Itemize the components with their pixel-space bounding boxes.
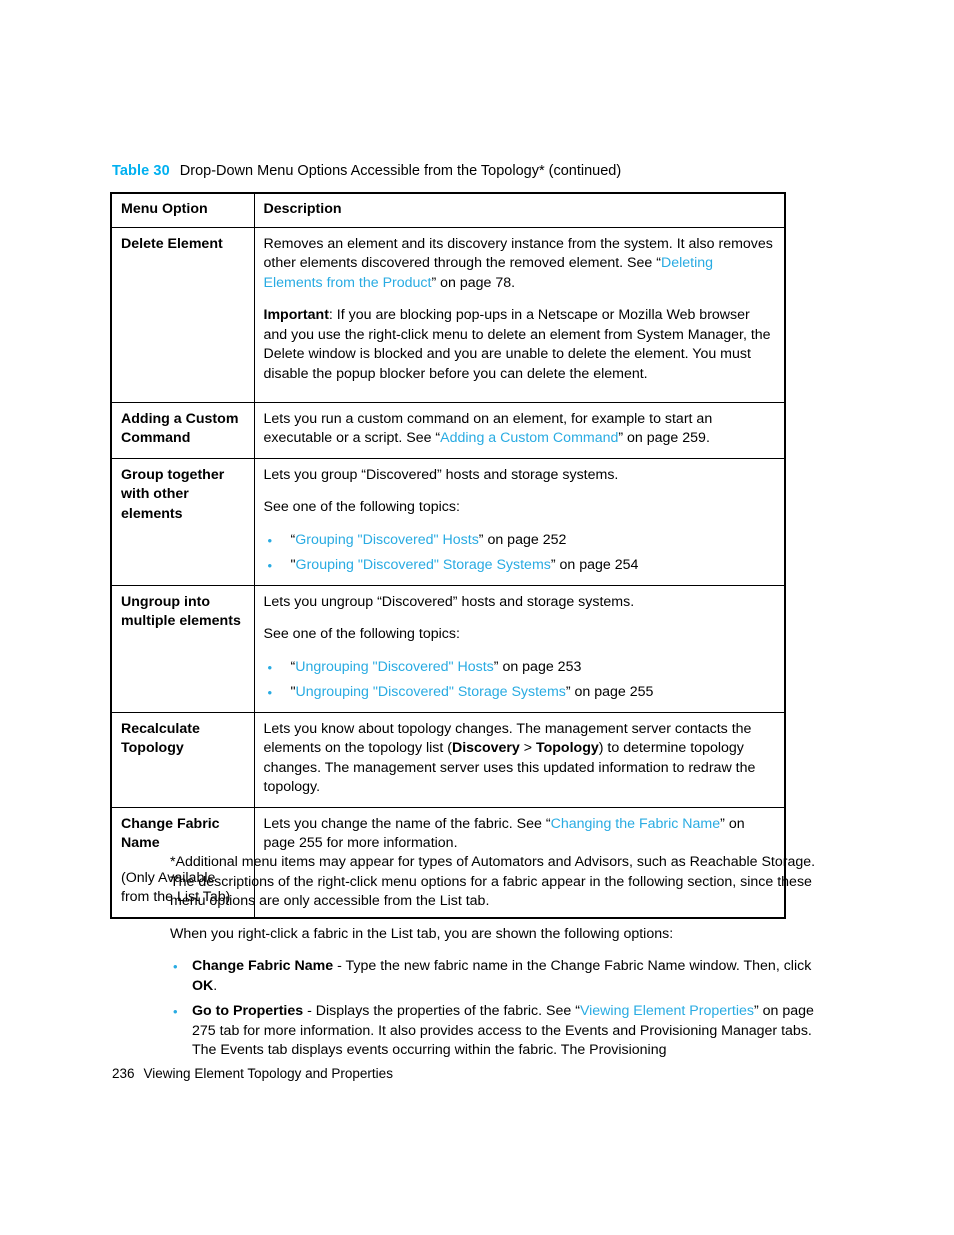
menu-option-label: Adding a Custom Command — [121, 410, 239, 447]
description-paragraph: See one of the following topics: — [264, 625, 776, 645]
table-caption-label: Table 30 — [112, 163, 170, 179]
fabric-options-list: • Change Fabric Name - Type the new fabri… — [170, 957, 830, 1061]
description-paragraph: Lets you change the name of the fabric. … — [264, 815, 776, 854]
list-item: • “Ungrouping "Discovered" Hosts” on page… — [264, 657, 776, 678]
table-caption: Table 30 Drop-Down Menu Options Accessibl… — [112, 162, 812, 180]
list-item: • "Grouping "Discovered" Storage Systems”… — [264, 555, 776, 576]
list-item: • Go to Properties - Displays the propert… — [170, 1002, 830, 1061]
emphasis-text: Topology — [535, 740, 599, 756]
text-run: Lets you group “Discovered” hosts and st… — [263, 466, 619, 483]
text-run: Lets you ungroup “Discovered” hosts and … — [263, 593, 635, 610]
list-item: • “Grouping "Discovered" Hosts” on page 2… — [264, 530, 776, 551]
cross-reference-link[interactable]: Grouping "Discovered" Storage Systems — [296, 557, 551, 573]
table-body: Delete Element Removes an element and its… — [110, 226, 786, 918]
description-bullet-list: • “Ungrouping "Discovered" Hosts” on page… — [264, 657, 776, 703]
list-item: • Change Fabric Name - Type the new fabri… — [170, 957, 830, 996]
text-run: > — [519, 740, 536, 756]
table-row: Adding a Custom Command Lets you run a cu… — [110, 401, 786, 459]
menu-option-cell: Adding a Custom Command — [110, 401, 255, 459]
emphasis-text: Change Fabric Name — [192, 958, 334, 974]
text-run: ” on page 78. — [431, 274, 516, 291]
table-caption-text: Drop-Down Menu Options Accessible from t… — [179, 163, 622, 179]
text-run: : If you are blocking pop-ups in a Netsc… — [263, 307, 771, 382]
menu-option-cell: Ungroup into multiple elements — [110, 584, 255, 713]
column-header-menu-option: Menu Option — [110, 192, 255, 228]
body-paragraph: *Additional menu items may appear for ty… — [170, 853, 830, 912]
description-paragraph: Important: If you are blocking pop-ups i… — [264, 306, 776, 384]
footnote-block: *Additional menu items may appear for ty… — [170, 853, 830, 1067]
cross-reference-link[interactable]: Grouping "Discovered" Hosts — [295, 532, 479, 548]
table-row: Delete Element Removes an element and its… — [110, 226, 786, 403]
menu-option-cell: Delete Element — [110, 226, 255, 403]
table-row: Group together with other elements Lets y… — [110, 457, 786, 586]
menu-option-label: Recalculate Topology — [121, 720, 200, 757]
cross-reference-link[interactable]: Adding a Custom Command — [440, 430, 618, 446]
body-paragraphs: *Additional menu items may appear for ty… — [170, 853, 830, 944]
description-paragraph: Lets you ungroup “Discovered” hosts and … — [264, 593, 776, 613]
description-paragraph: Lets you group “Discovered” hosts and st… — [264, 466, 776, 486]
bullet-icon: • — [267, 557, 273, 573]
document-page: Table 30 Drop-Down Menu Options Accessibl… — [0, 0, 954, 1235]
text-run: Lets you change the name of the fabric. … — [263, 815, 551, 832]
footer-chapter-title: Viewing Element Topology and Properties — [143, 1066, 393, 1081]
menu-option-label: Ungroup into multiple elements — [121, 593, 241, 630]
description-cell: Removes an element and its discovery ins… — [253, 226, 786, 403]
cross-reference-link[interactable]: Ungrouping "Discovered" Hosts — [295, 659, 494, 675]
bullet-icon: • — [173, 959, 178, 974]
text-run: See one of the following topics: — [263, 499, 460, 515]
description-paragraph: See one of the following topics: — [264, 498, 776, 518]
column-header-description: Description — [253, 192, 786, 228]
emphasis-text: Important — [263, 307, 329, 323]
emphasis-text: OK — [192, 977, 214, 994]
footer-page-number: 236 — [112, 1066, 135, 1081]
menu-option-cell: Group together with other elements — [110, 457, 255, 586]
description-paragraph: Removes an element and its discovery ins… — [264, 235, 776, 294]
bullet-icon: • — [173, 1004, 178, 1019]
text-run: When you right-click a fabric in the Lis… — [170, 925, 674, 942]
description-cell: Lets you ungroup “Discovered” hosts and … — [253, 584, 786, 713]
text-run: ” on page 252 — [478, 531, 567, 548]
cross-reference-link[interactable]: Changing the Fabric Name — [551, 816, 721, 832]
table-row: Ungroup into multiple elements Lets you u… — [110, 584, 786, 713]
text-run: ” on page 259. — [618, 430, 710, 446]
description-cell: Lets you group “Discovered” hosts and st… — [253, 457, 786, 586]
menu-options-table: Menu Option Description Delete Element Re… — [110, 192, 786, 919]
menu-option-label: Change Fabric Name — [121, 815, 220, 852]
description-cell: Lets you run a custom command on an elem… — [253, 401, 786, 459]
page-footer: 236 Viewing Element Topology and Properti… — [112, 1065, 393, 1083]
bullet-icon: • — [267, 684, 273, 700]
text-run: See one of the following topics: — [263, 626, 460, 642]
description-bullet-list: • “Grouping "Discovered" Hosts” on page 2… — [264, 530, 776, 576]
description-paragraph: Lets you know about topology changes. Th… — [264, 720, 776, 798]
cross-reference-link[interactable]: Ungrouping "Discovered" Storage Systems — [296, 684, 566, 700]
bullet-icon: • — [267, 532, 273, 548]
text-run: - Type the new fabric name in the Change… — [333, 958, 812, 974]
body-paragraph: When you right-click a fabric in the Lis… — [170, 925, 830, 945]
menu-option-label: Group together with other elements — [121, 466, 225, 522]
emphasis-text: Discovery — [451, 740, 520, 756]
menu-option-cell: Recalculate Topology — [110, 711, 255, 808]
text-run: ” on page 254 — [550, 556, 639, 573]
description-cell: Lets you know about topology changes. Th… — [253, 711, 786, 808]
list-item: • "Ungrouping "Discovered" Storage System… — [264, 682, 776, 703]
text-run: - Displays the properties of the fabric.… — [303, 1003, 580, 1019]
text-run: ” on page 253 — [493, 658, 582, 675]
cross-reference-link[interactable]: Viewing Element Properties — [580, 1003, 754, 1019]
menu-option-label: Delete Element — [121, 235, 223, 252]
table-row: Recalculate Topology Lets you know about … — [110, 711, 786, 808]
text-run: ” on page 255 — [565, 683, 654, 700]
emphasis-text: Go to Properties — [192, 1003, 304, 1019]
bullet-icon: • — [267, 659, 273, 675]
description-paragraph: Lets you run a custom command on an elem… — [264, 410, 776, 449]
text-run: . — [213, 977, 218, 994]
text-run: *Additional menu items may appear for ty… — [170, 854, 816, 909]
table-header-row: Menu Option Description — [110, 192, 786, 228]
